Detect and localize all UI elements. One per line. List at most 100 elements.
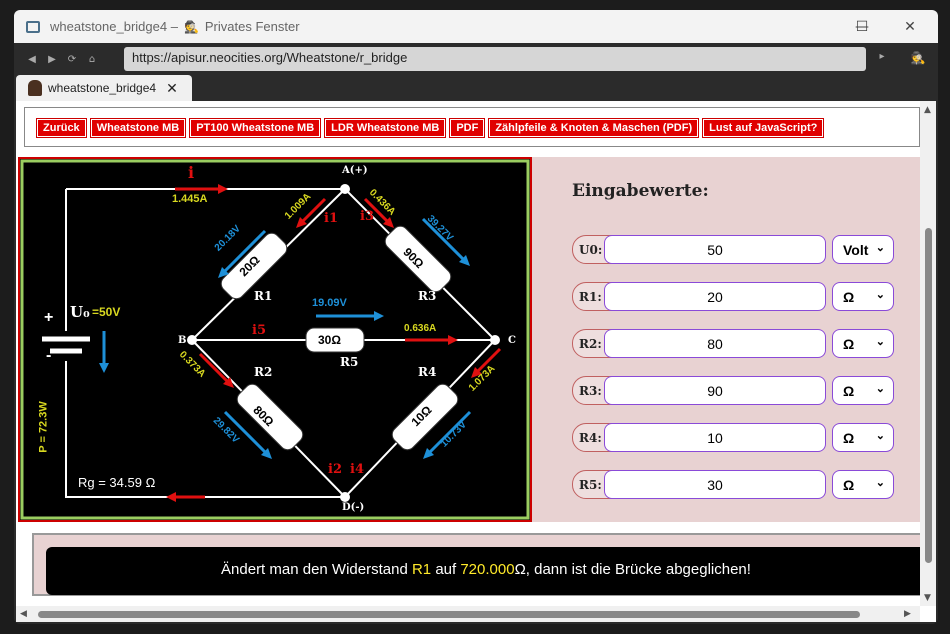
unit-select[interactable]: Ω ⌄ xyxy=(832,423,894,452)
unit-select[interactable]: Ω ⌄ xyxy=(832,282,894,311)
horizontal-scrollbar[interactable]: ◀ ▶ xyxy=(16,606,920,622)
navigation-toolbar: ◀ ▶ ⟳ ⌂ https://apisur.neocities.org/Whe… xyxy=(14,43,938,75)
nav-link-5[interactable]: Zählpfeile & Knoten & Maschen (PDF) xyxy=(488,118,700,138)
value-input[interactable] xyxy=(604,282,826,311)
r5-voltage: 19.09V xyxy=(312,297,347,309)
nav-link-0[interactable]: Zurück xyxy=(36,118,87,138)
circuit-svg xyxy=(20,159,530,520)
result-text-1: Ändert man den Widerstand xyxy=(221,561,412,578)
nav-link-6[interactable]: Lust auf JavaScript? xyxy=(702,118,825,138)
tab-favicon-icon xyxy=(28,80,42,96)
value-input[interactable] xyxy=(604,423,826,452)
maximize-button[interactable]: ☐ xyxy=(838,10,886,43)
scroll-left-icon[interactable]: ◀ xyxy=(20,609,27,619)
node-a-label: A(+) xyxy=(342,165,368,176)
current-i5-value: 0.636A xyxy=(404,323,437,334)
title-bar: wheatstone_bridge4 – 🕵 Privates Fenster … xyxy=(14,10,938,43)
private-window-label: Privates Fenster xyxy=(204,19,300,34)
unit-select[interactable]: Ω ⌄ xyxy=(832,376,894,405)
nav-link-1[interactable]: Wheatstone MB xyxy=(89,118,187,138)
tab-wheatstone-bridge4[interactable]: wheatstone_bridge4 ✕ xyxy=(16,75,192,101)
input-row: R3:Ω⌄ xyxy=(572,376,894,405)
horizontal-scroll-thumb[interactable] xyxy=(38,611,860,618)
page-content: Zurück Wheatstone MB PT100 Wheatstone MB LD… xyxy=(16,101,936,622)
node-d-label: D(-) xyxy=(342,502,365,513)
close-tab-icon[interactable]: ✕ xyxy=(166,80,178,97)
value-input[interactable] xyxy=(604,329,826,358)
unit-select[interactable]: Ω ⌄ xyxy=(832,329,894,358)
value-input[interactable] xyxy=(604,376,826,405)
unit-selected-value: Ω xyxy=(843,383,855,399)
nav-link-3[interactable]: LDR Wheatstone MB xyxy=(324,118,447,138)
node-b-label: B xyxy=(178,335,187,346)
result-text-3: Ω, dann ist die Brücke abgeglichen! xyxy=(514,561,751,578)
nav-link-2[interactable]: PT100 Wheatstone MB xyxy=(189,118,322,138)
r2-label: R2 xyxy=(254,365,273,379)
private-mode-icon[interactable]: 🕵 xyxy=(908,51,928,65)
chevron-down-icon: ⌄ xyxy=(875,289,885,301)
current-is-value: 1.445A xyxy=(172,193,208,205)
r5-label: R5 xyxy=(340,355,359,369)
vertical-scrollbar[interactable]: ▲ ▼ xyxy=(920,101,936,606)
current-is-symbol: i xyxy=(188,163,195,182)
window-title: wheatstone_bridge4 – xyxy=(50,19,178,34)
value-input[interactable] xyxy=(604,235,826,264)
value-input[interactable] xyxy=(604,470,826,499)
current-i3-symbol: i3 xyxy=(360,209,374,224)
chevron-down-icon: ⌄ xyxy=(875,336,885,348)
browser-window: wheatstone_bridge4 – 🕵 Privates Fenster … xyxy=(14,10,938,624)
r4-label: R4 xyxy=(418,365,437,379)
current-i5-symbol: i5 xyxy=(252,323,266,338)
power-value: P = 72.3W xyxy=(37,401,50,453)
result-value: 720.000 xyxy=(460,561,515,578)
chevron-down-icon: ⌄ xyxy=(875,242,885,254)
input-row: R1:Ω⌄ xyxy=(572,282,894,311)
unit-selected-value: Ω xyxy=(843,289,855,305)
tab-label: wheatstone_bridge4 xyxy=(48,81,157,95)
battery-minus: - xyxy=(46,347,52,364)
scroll-up-icon[interactable]: ▲ xyxy=(924,105,931,115)
browser-app-icon xyxy=(26,20,40,33)
back-icon[interactable]: ◀ xyxy=(22,54,42,65)
r1-label: R1 xyxy=(254,289,273,303)
current-i2-symbol: i2 xyxy=(328,462,342,477)
result-text-2: auf xyxy=(431,561,461,578)
address-bar[interactable]: https://apisur.neocities.org/Wheatstone/… xyxy=(124,47,866,71)
r5-value: 30Ω xyxy=(318,333,341,347)
main-panel: A(+) B C D(-) i 1.445A 1.009A i1 0.436A … xyxy=(18,157,920,522)
tab-bar: wheatstone_bridge4 ✕ xyxy=(14,75,938,101)
node-c-label: C xyxy=(508,335,516,346)
result-box: Ändert man den Widerstand R1 auf 720.000… xyxy=(32,533,926,596)
input-row: R2:Ω⌄ xyxy=(572,329,894,358)
result-resistor: R1 xyxy=(411,561,432,578)
input-row: U0:Volt⌄ xyxy=(572,235,894,264)
unit-selected-value: Ω xyxy=(843,336,855,352)
menu-icon[interactable]: ▸ xyxy=(872,51,892,62)
private-browsing-icon: 🕵 xyxy=(183,19,199,34)
rg-value: Rg = 34.59 Ω xyxy=(78,475,156,490)
input-row: R4:Ω⌄ xyxy=(572,423,894,452)
circuit-diagram: A(+) B C D(-) i 1.445A 1.009A i1 0.436A … xyxy=(18,157,532,522)
unit-select[interactable]: Volt ⌄ xyxy=(832,235,894,264)
unit-selected-value: Ω xyxy=(843,477,855,493)
scroll-right-icon[interactable]: ▶ xyxy=(904,609,911,619)
nav-link-4[interactable]: PDF xyxy=(449,118,486,138)
vertical-scroll-thumb[interactable] xyxy=(925,228,932,563)
unit-selected-value: Ω xyxy=(843,430,855,446)
result-banner: Ändert man den Widerstand R1 auf 720.000… xyxy=(46,547,926,595)
close-window-button[interactable]: ✕ xyxy=(886,10,934,43)
current-i1-symbol: i1 xyxy=(324,211,338,226)
unit-select[interactable]: Ω ⌄ xyxy=(832,470,894,499)
u0-value: =50V xyxy=(92,305,121,319)
link-bar: Zurück Wheatstone MB PT100 Wheatstone MB LD… xyxy=(24,107,920,147)
nav-links: Zurück Wheatstone MB PT100 Wheatstone MB LD… xyxy=(36,118,825,138)
unit-selected-value: Volt xyxy=(843,242,869,258)
scroll-down-icon[interactable]: ▼ xyxy=(924,593,931,603)
forward-icon[interactable]: ▶ xyxy=(42,54,62,65)
home-icon[interactable]: ⌂ xyxy=(82,54,102,65)
battery-plus: + xyxy=(44,309,54,326)
inputs-heading: Eingabewerte: xyxy=(572,181,709,201)
reload-icon[interactable]: ⟳ xyxy=(62,54,82,65)
r3-label: R3 xyxy=(418,289,437,303)
input-row: R5:Ω⌄ xyxy=(572,470,894,499)
